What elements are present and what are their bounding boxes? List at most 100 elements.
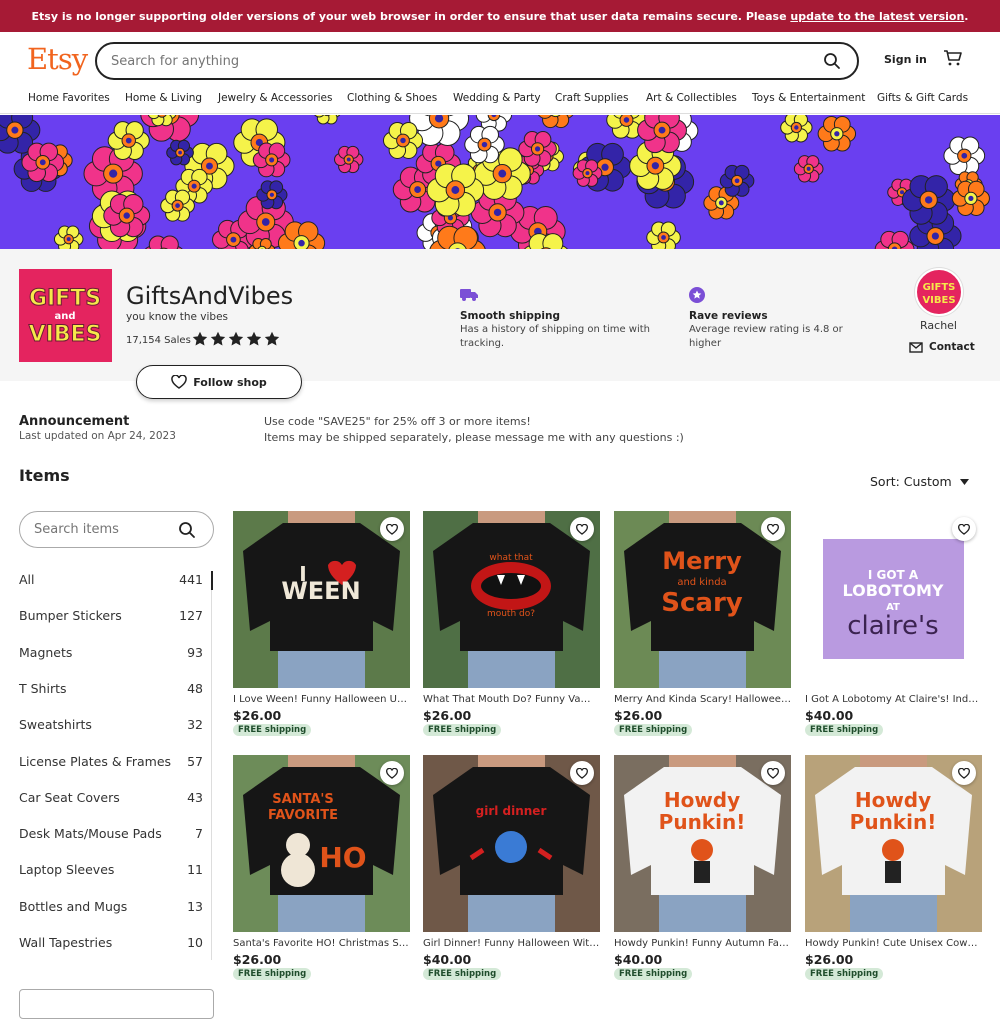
avatar-text-bottom: VIBES bbox=[922, 295, 955, 306]
product-title[interactable]: Howdy Punkin! Funny Autumn Fall Sweatshi… bbox=[614, 938, 791, 949]
free-shipping-badge: FREE shipping bbox=[805, 724, 883, 736]
favorite-button[interactable] bbox=[952, 517, 976, 541]
product-title[interactable]: I Love Ween! Funny Halloween Unisex T-Sh… bbox=[233, 694, 410, 705]
svg-text:and kinda: and kinda bbox=[677, 577, 726, 588]
nav-jewelry-accessories[interactable]: Jewelry & Accessories bbox=[218, 92, 332, 104]
flower-shape bbox=[794, 156, 823, 182]
section-item[interactable]: Car Seat Covers 43 bbox=[19, 780, 203, 816]
search-icon[interactable] bbox=[178, 521, 196, 543]
chevron-down-icon bbox=[960, 479, 969, 485]
search-icon[interactable] bbox=[823, 52, 841, 74]
section-item[interactable]: Desk Mats/Mouse Pads 7 bbox=[19, 816, 203, 852]
section-item[interactable]: License Plates & Frames57 bbox=[19, 744, 203, 780]
section-item[interactable]: Magnets93 bbox=[19, 635, 203, 671]
sign-in-link[interactable]: Sign in bbox=[884, 53, 927, 66]
heart-icon bbox=[386, 524, 398, 535]
item-search-input[interactable] bbox=[34, 522, 164, 537]
shop-info-section: GIFTS and VIBES GiftsAndVibes you know t… bbox=[0, 249, 1000, 381]
flower-shape bbox=[818, 116, 855, 151]
section-item[interactable]: Wall Tapestries10 bbox=[19, 925, 203, 961]
search-input[interactable] bbox=[111, 54, 857, 69]
flower-shape bbox=[104, 194, 150, 236]
sidebar-divider bbox=[211, 590, 212, 960]
nav-wedding-party[interactable]: Wedding & Party bbox=[453, 92, 541, 104]
etsy-logo[interactable]: Etsy bbox=[27, 42, 87, 76]
favorite-button[interactable] bbox=[761, 517, 785, 541]
shop-owner-avatar[interactable]: GIFTS VIBES bbox=[915, 268, 963, 316]
flower-shape bbox=[720, 165, 754, 196]
contact-button[interactable]: Contact bbox=[909, 341, 975, 353]
section-item[interactable]: All441 bbox=[19, 562, 203, 598]
heart-icon bbox=[958, 768, 970, 779]
svg-text:Howdy: Howdy bbox=[664, 788, 740, 812]
section-item[interactable]: Laptop Sleeves11 bbox=[19, 852, 203, 888]
favorite-button[interactable] bbox=[380, 761, 404, 785]
flower-shape bbox=[537, 115, 574, 128]
section-count: 43 bbox=[187, 790, 203, 805]
flower-shape bbox=[167, 140, 194, 165]
svg-text:FAVORITE: FAVORITE bbox=[268, 808, 338, 823]
star-badge-icon bbox=[689, 287, 705, 303]
product-title[interactable]: I Got A Lobotomy At Claire's! Indoor Wal… bbox=[805, 694, 982, 705]
star-icon bbox=[210, 331, 226, 351]
flower-shape bbox=[427, 164, 484, 216]
section-name: Desk Mats/Mouse Pads bbox=[19, 826, 162, 841]
category-nav: Home Favorites Home & Living Jewelry & A… bbox=[0, 90, 1000, 114]
nav-gifts-gift-cards[interactable]: Gifts & Gift Cards bbox=[877, 92, 968, 104]
shipping-title: Smooth shipping bbox=[460, 309, 660, 323]
sort-dropdown[interactable]: Sort: Custom bbox=[870, 474, 969, 489]
sales-count: 17,154 Sales bbox=[126, 335, 191, 346]
section-item[interactable]: Bumper Stickers127 bbox=[19, 598, 203, 634]
favorite-button[interactable] bbox=[380, 517, 404, 541]
section-count: 48 bbox=[187, 681, 203, 696]
product-title[interactable]: Girl Dinner! Funny Halloween Witch Sweat… bbox=[423, 938, 600, 949]
section-item[interactable]: Sweatshirts32 bbox=[19, 707, 203, 743]
section-name: Car Seat Covers bbox=[19, 790, 120, 805]
svg-text:HO: HO bbox=[319, 841, 366, 874]
nav-clothing-shoes[interactable]: Clothing & Shoes bbox=[347, 92, 437, 104]
section-count: 7 bbox=[195, 826, 203, 841]
svg-text:Merry: Merry bbox=[662, 547, 742, 575]
follow-shop-button[interactable]: Follow shop bbox=[136, 365, 302, 399]
favorite-button[interactable] bbox=[952, 761, 976, 785]
update-browser-link[interactable]: update to the latest version bbox=[790, 10, 964, 23]
heart-icon bbox=[576, 524, 588, 535]
product-title[interactable]: Santa's Favorite HO! Christmas Snowman S… bbox=[233, 938, 410, 949]
item-search-bar[interactable] bbox=[19, 511, 214, 548]
product-title[interactable]: Merry And Kinda Scary! Halloween Christm… bbox=[614, 694, 791, 705]
heart-icon bbox=[767, 768, 779, 779]
svg-text:Punkin!: Punkin! bbox=[850, 810, 937, 834]
favorite-button[interactable] bbox=[570, 761, 594, 785]
shop-logo[interactable]: GIFTS and VIBES bbox=[19, 269, 112, 362]
product-title[interactable]: What That Mouth Do? Funny Vampire Hallow… bbox=[423, 694, 600, 705]
nav-art-collectibles[interactable]: Art & Collectibles bbox=[646, 92, 737, 104]
nav-craft-supplies[interactable]: Craft Supplies bbox=[555, 92, 628, 104]
nav-toys-entertainment[interactable]: Toys & Entertainment bbox=[752, 92, 865, 104]
favorite-button[interactable] bbox=[761, 761, 785, 785]
sidebar-bottom-button[interactable] bbox=[19, 989, 214, 1019]
cart-icon[interactable] bbox=[943, 49, 962, 71]
floral-pattern bbox=[0, 115, 1000, 249]
svg-text:Howdy: Howdy bbox=[855, 788, 931, 812]
favorite-button[interactable] bbox=[570, 517, 594, 541]
shop-tagline: you know the vibes bbox=[126, 311, 228, 323]
free-shipping-badge: FREE shipping bbox=[805, 968, 883, 980]
follow-label: Follow shop bbox=[193, 376, 267, 389]
section-count: 10 bbox=[187, 935, 203, 950]
section-item[interactable]: T Shirts48 bbox=[19, 671, 203, 707]
nav-home-living[interactable]: Home & Living bbox=[125, 92, 202, 104]
section-item[interactable]: Bottles and Mugs13 bbox=[19, 889, 203, 925]
flower-shape bbox=[257, 181, 287, 209]
product-title[interactable]: Howdy Punkin! Cute Unisex Cowboy Pumpkin… bbox=[805, 938, 982, 949]
avatar-text-top: GIFTS bbox=[923, 282, 956, 293]
nav-home-favorites[interactable]: Home Favorites bbox=[28, 92, 110, 104]
contact-label: Contact bbox=[929, 341, 975, 353]
reviews-title: Rave reviews bbox=[689, 309, 859, 323]
items-heading: Items bbox=[19, 466, 70, 485]
heart-icon bbox=[958, 524, 970, 535]
free-shipping-badge: FREE shipping bbox=[614, 724, 692, 736]
svg-text:what that: what that bbox=[489, 553, 533, 563]
flower-shape bbox=[573, 160, 602, 187]
section-count: 441 bbox=[179, 572, 203, 587]
site-search-bar[interactable] bbox=[95, 42, 859, 80]
